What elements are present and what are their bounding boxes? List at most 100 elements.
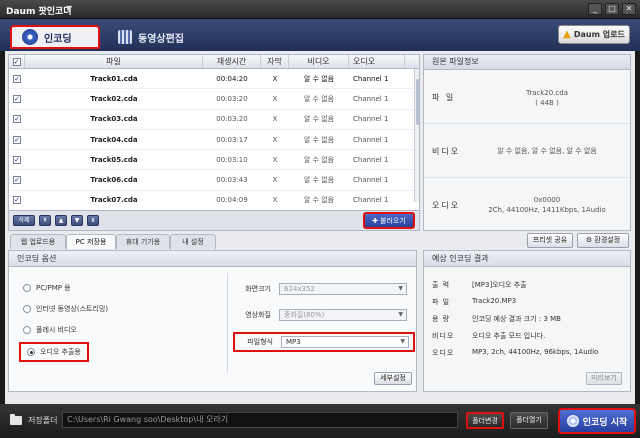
maximize-button[interactable]: □: [605, 3, 619, 15]
folder-icon: [10, 414, 22, 425]
format-label: 파일형식: [247, 338, 273, 346]
row-checkbox[interactable]: ✓: [9, 196, 25, 205]
table-row[interactable]: ✓ Track06.cda 00:03:43 X 알 수 없음 Channel 1: [9, 170, 419, 191]
result-row: 오디오 MP3, 2ch, 44100Hz, 96kbps, 1Audio: [432, 348, 598, 358]
row-checkbox[interactable]: ✓: [9, 155, 25, 164]
scrollbar-thumb[interactable]: [416, 79, 419, 125]
tab-pc-save[interactable]: PC 저장용: [66, 234, 116, 249]
tab-my-settings[interactable]: 내 설정: [170, 234, 216, 249]
table-row[interactable]: ✓ Track03.cda 00:03:20 X 알 수 없음 Channel 1: [9, 110, 419, 130]
table-body: ✓ Track01.cda 00:04:20 X 알 수 없음 Channel 1 ✓ Tra…: [9, 69, 419, 210]
checkbox-checked-icon[interactable]: ✓: [13, 94, 21, 103]
checkbox-checked-icon[interactable]: ✓: [13, 74, 21, 83]
video-cell: 알 수 없음: [303, 155, 335, 164]
table-row[interactable]: ✓ Track02.cda 00:03:20 X 알 수 없음 Channel 1: [9, 89, 419, 110]
source-file-value: Track20.cda ( 44B ): [525, 89, 569, 107]
load-button[interactable]: ✚ 불러오기: [363, 212, 415, 229]
move-down-button[interactable]: ▼: [71, 215, 83, 226]
radio-streaming-label: 인터넷 동영상(스트리밍): [36, 305, 109, 313]
delete-button[interactable]: 삭제: [13, 215, 35, 226]
table-toolbar: 삭제 ⇞ ▲ ▼ ⇟ ✚ 불러오기: [8, 211, 420, 231]
video-cell: 알 수 없음: [303, 74, 335, 83]
disc-icon: [22, 29, 38, 45]
env-settings-label: 환경설정: [594, 236, 621, 244]
result-value: MP3, 2ch, 44100Hz, 96kbps, 1Audio: [472, 348, 599, 356]
env-settings-button[interactable]: ⚙ 환경설정: [577, 233, 629, 248]
chevron-down-icon[interactable]: ▼: [66, 4, 72, 13]
radio-flash-video-label: 풀레시 비디오: [36, 326, 77, 334]
folder-change-button[interactable]: 폴더변경: [466, 412, 504, 429]
column-file[interactable]: 파일: [25, 55, 203, 68]
format-select[interactable]: MP3 ▼: [281, 336, 409, 348]
checkbox-checked-icon[interactable]: ✓: [13, 155, 21, 164]
chevron-down-icon: ▼: [400, 338, 405, 345]
quality-label: 영상화질: [245, 311, 271, 319]
checkbox-checked-icon[interactable]: ✓: [13, 115, 21, 124]
table-row[interactable]: ✓ Track07.cda 00:04:09 X 알 수 없음 Channel 1: [9, 191, 419, 210]
row-checkbox[interactable]: ✓: [9, 176, 25, 185]
radio-flash-video[interactable]: 풀레시 비디오: [23, 325, 77, 335]
daum-upload-button[interactable]: ▲ Daum 업로드: [558, 25, 630, 44]
duration-cell: 00:03:20: [216, 94, 248, 103]
row-checkbox[interactable]: ✓: [9, 94, 25, 103]
preset-share-button[interactable]: 프리셋 공유: [527, 233, 573, 248]
video-cell: 알 수 없음: [303, 115, 335, 124]
source-video-value: 알 수 없음, 알 수 없음, 알 수 없음: [497, 147, 597, 155]
audio-cell: Channel 1: [353, 115, 389, 124]
source-info-heading: 원본 파일정보: [424, 55, 630, 70]
film-icon: [118, 30, 132, 44]
start-encoding-label: 인코딩 시작: [582, 417, 628, 428]
audio-cell: Channel 1: [353, 155, 389, 164]
quality-select[interactable]: 중화질(80%) ▼: [279, 309, 407, 321]
minimize-button[interactable]: _: [588, 3, 602, 15]
vertical-scrollbar[interactable]: [414, 69, 419, 202]
column-video[interactable]: 비디오: [289, 55, 349, 68]
upload-arrow-icon: ▲: [563, 29, 571, 40]
plus-icon: ✚: [372, 216, 379, 225]
row-checkbox[interactable]: ✓: [9, 115, 25, 124]
table-row[interactable]: ✓ Track01.cda 00:04:20 X 알 수 없음 Channel 1: [9, 69, 419, 90]
subtitle-cell: X: [272, 155, 278, 164]
tab-web-upload[interactable]: 웹 업로드용: [10, 234, 66, 249]
move-bottom-button[interactable]: ⇟: [87, 215, 99, 226]
checkbox-checked-icon[interactable]: ✓: [13, 176, 21, 185]
column-subtitle[interactable]: 자막: [261, 55, 289, 68]
row-checkbox[interactable]: ✓: [9, 135, 25, 144]
move-top-button[interactable]: ⇞: [39, 215, 51, 226]
audio-cell: Channel 1: [353, 74, 389, 83]
save-path-field[interactable]: C:\Users\Ri Gwang soo\Desktop\내 오라기: [62, 412, 458, 428]
file-name-cell: Track02.cda: [90, 94, 138, 103]
result-value: 인코딩 예상 결과 크기 : 3 MB: [472, 315, 561, 323]
file-name-cell: Track06.cda: [90, 176, 138, 185]
checkbox-checked-icon[interactable]: ✓: [13, 196, 21, 205]
audio-cell: Channel 1: [353, 176, 389, 185]
tab-encoding[interactable]: 인코딩: [10, 25, 100, 49]
move-up-button[interactable]: ▲: [55, 215, 67, 226]
detail-settings-button[interactable]: 세부설정: [374, 372, 412, 385]
video-cell: 알 수 없음: [303, 135, 335, 144]
screen-size-select[interactable]: 624x352 ▼: [279, 283, 407, 295]
preview-button[interactable]: 미리보기: [586, 372, 622, 385]
column-audio[interactable]: 오디오: [349, 55, 405, 68]
close-button[interactable]: ✕: [622, 3, 636, 15]
result-row: 출 력 [MP3]오디오 추출: [432, 280, 527, 290]
radio-audio-extract[interactable]: 오디오 추출용: [19, 342, 89, 362]
radio-streaming[interactable]: 인터넷 동영상(스트리밍): [23, 304, 108, 314]
checkbox-checked-icon[interactable]: ✓: [13, 135, 21, 144]
table-row[interactable]: ✓ Track04.cda 00:03:17 X 알 수 없음 Channel 1: [9, 130, 419, 151]
duration-cell: 00:03:17: [216, 135, 248, 144]
title-bar: Daum 팟인코더 ▼ _ □ ✕: [0, 0, 640, 19]
screen-size-row: 화면크기 624x352 ▼: [237, 283, 407, 295]
radio-pc-pmp[interactable]: PC/PMP 용: [23, 283, 71, 293]
start-encoding-button[interactable]: 인코딩 시작: [558, 408, 636, 434]
tab-mobile[interactable]: 휴대 기기용: [116, 234, 170, 249]
result-label: 비디오: [432, 332, 455, 340]
encoding-options-panel: 인코딩 옵션 PC/PMP 용 인터넷 동영상(스트리밍) 풀레시 비디오 오디…: [8, 250, 417, 392]
video-cell: 알 수 없음: [303, 176, 335, 185]
table-row[interactable]: ✓ Track05.cda 00:03:10 X 알 수 없음 Channel 1: [9, 150, 419, 171]
folder-open-button[interactable]: 폴더열기: [510, 412, 548, 429]
tab-video-edit[interactable]: 동영상편집: [108, 25, 204, 49]
select-all-checkbox[interactable]: ✓: [9, 55, 25, 68]
row-checkbox[interactable]: ✓: [9, 74, 25, 83]
column-duration[interactable]: 재생시간: [203, 55, 261, 68]
